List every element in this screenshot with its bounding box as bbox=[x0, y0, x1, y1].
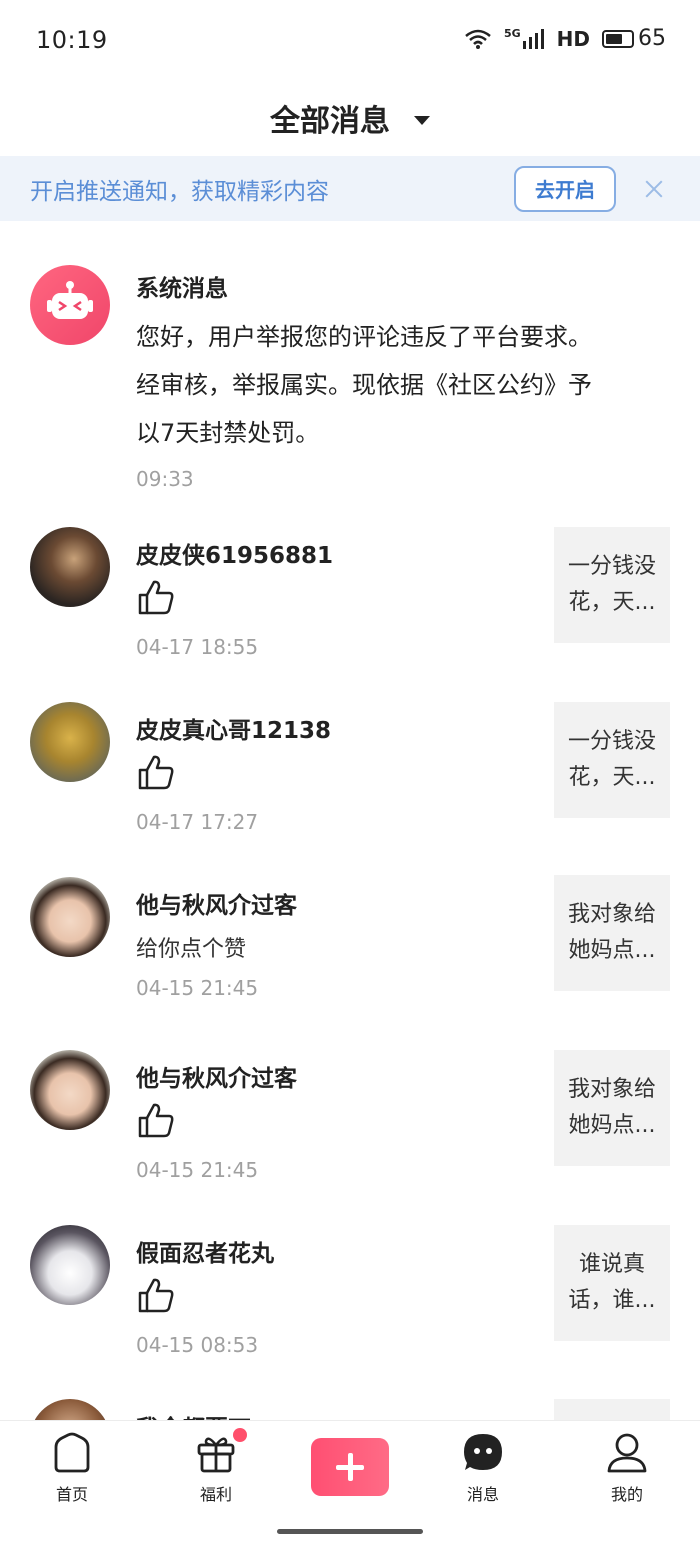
push-banner-text: 开启推送通知，获取精彩内容 bbox=[30, 178, 329, 205]
battery-icon bbox=[602, 29, 634, 48]
message-time: 04-15 21:45 bbox=[136, 976, 259, 1000]
battery-percent: 65 bbox=[638, 26, 666, 51]
post-preview[interactable]: 我对象给她妈点... bbox=[554, 1050, 670, 1166]
message-time: 04-17 17:27 bbox=[136, 810, 259, 834]
message-bubble-icon bbox=[464, 1434, 502, 1470]
avatar[interactable] bbox=[30, 877, 110, 957]
nav-messages[interactable]: 消息 bbox=[433, 1431, 533, 1505]
list-item[interactable]: 我全都要丁 bbox=[0, 1399, 700, 1421]
home-indicator[interactable] bbox=[277, 1529, 423, 1534]
nav-label: 我的 bbox=[610, 1485, 643, 1504]
sender-name[interactable]: 皮皮真心哥12138 bbox=[136, 711, 331, 745]
push-notification-banner: 开启推送通知，获取精彩内容 去开启 bbox=[0, 156, 700, 221]
post-preview[interactable]: 一分钱没花，天... bbox=[554, 527, 670, 643]
message-text: 您好，用户举报您的评论违反了平台要求。 bbox=[136, 323, 592, 351]
thumbs-up-icon bbox=[138, 755, 174, 790]
nav-label: 福利 bbox=[199, 1485, 232, 1504]
status-time: 10:19 bbox=[36, 26, 108, 54]
sender-name: 系统消息 bbox=[136, 276, 228, 302]
page-title[interactable]: 全部消息 bbox=[270, 96, 390, 140]
nav-welfare[interactable]: 福利 bbox=[166, 1431, 266, 1505]
enable-push-button[interactable]: 去开启 bbox=[514, 165, 616, 212]
bottom-nav: 首页 福利 消息 我的 bbox=[0, 1420, 700, 1556]
avatar[interactable] bbox=[30, 702, 110, 782]
user-icon bbox=[607, 1433, 647, 1473]
nav-home[interactable]: 首页 bbox=[22, 1431, 122, 1505]
signal-icon: 5G bbox=[504, 28, 545, 49]
avatar[interactable] bbox=[30, 1225, 110, 1305]
message-time: 04-15 21:45 bbox=[136, 1158, 259, 1182]
list-item[interactable]: 他与秋风介过客 给你点个赞 04-15 21:45 我对象给她妈点... bbox=[0, 871, 700, 1001]
avatar[interactable] bbox=[30, 1050, 110, 1130]
nav-label: 消息 bbox=[466, 1485, 499, 1504]
sender-name[interactable]: 假面忍者花丸 bbox=[136, 1234, 274, 1268]
message-time: 04-15 08:53 bbox=[136, 1333, 259, 1357]
close-icon[interactable] bbox=[640, 175, 668, 203]
sender-name[interactable]: 他与秋风介过客 bbox=[136, 1059, 297, 1093]
gift-icon bbox=[197, 1437, 235, 1473]
message-text: 经审核，举报属实。现依据《社区公约》予 bbox=[136, 371, 592, 399]
battery-indicator: 65 bbox=[602, 26, 666, 51]
notification-dot bbox=[233, 1428, 247, 1442]
robot-icon bbox=[30, 265, 110, 345]
status-bar: 10:19 5G HD 65 bbox=[0, 0, 700, 80]
message-content: 系统消息 您好，用户举报您的评论违反了平台要求。 经审核，举报属实。现依据《社区… bbox=[136, 269, 656, 491]
wifi-icon bbox=[465, 29, 491, 49]
message-text: 以7天封禁处罚。 bbox=[136, 419, 320, 447]
chevron-down-icon[interactable] bbox=[414, 115, 430, 125]
status-icons: 5G HD 65 bbox=[464, 26, 666, 51]
add-post-button[interactable] bbox=[311, 1438, 389, 1496]
nav-label: 首页 bbox=[55, 1485, 88, 1504]
list-item[interactable]: 皮皮真心哥12138 04-17 17:27 一分钱没花，天... bbox=[0, 696, 700, 834]
home-icon bbox=[54, 1432, 90, 1473]
post-preview[interactable]: 我对象给她妈点... bbox=[554, 875, 670, 991]
hd-indicator: HD bbox=[556, 26, 590, 51]
thumbs-up-icon bbox=[138, 580, 174, 615]
message-list[interactable]: 系统消息 您好，用户举报您的评论违反了平台要求。 经审核，举报属实。现依据《社区… bbox=[0, 221, 700, 1421]
post-preview[interactable]: 一分钱没花，天... bbox=[554, 702, 670, 818]
message-text: 给你点个赞 bbox=[136, 937, 247, 962]
post-preview[interactable] bbox=[554, 1399, 670, 1421]
post-preview[interactable]: 谁说真话，谁... bbox=[554, 1225, 670, 1341]
message-time: 09:33 bbox=[136, 467, 194, 491]
avatar[interactable] bbox=[30, 1399, 110, 1421]
thumbs-up-icon bbox=[138, 1278, 174, 1313]
nav-me[interactable]: 我的 bbox=[577, 1431, 677, 1505]
message-time: 04-17 18:55 bbox=[136, 635, 259, 659]
list-item[interactable]: 他与秋风介过客 04-15 21:45 我对象给她妈点... bbox=[0, 1046, 700, 1182]
sender-name[interactable]: 皮皮侠61956881 bbox=[136, 536, 333, 570]
header: 全部消息 bbox=[0, 80, 700, 156]
list-item[interactable]: 皮皮侠61956881 04-17 18:55 一分钱没花，天... bbox=[0, 521, 700, 659]
sender-name[interactable]: 他与秋风介过客 bbox=[136, 886, 297, 920]
list-item[interactable]: 假面忍者花丸 04-15 08:53 谁说真话，谁... bbox=[0, 1221, 700, 1357]
thumbs-up-icon bbox=[138, 1103, 174, 1138]
avatar[interactable] bbox=[30, 527, 110, 607]
